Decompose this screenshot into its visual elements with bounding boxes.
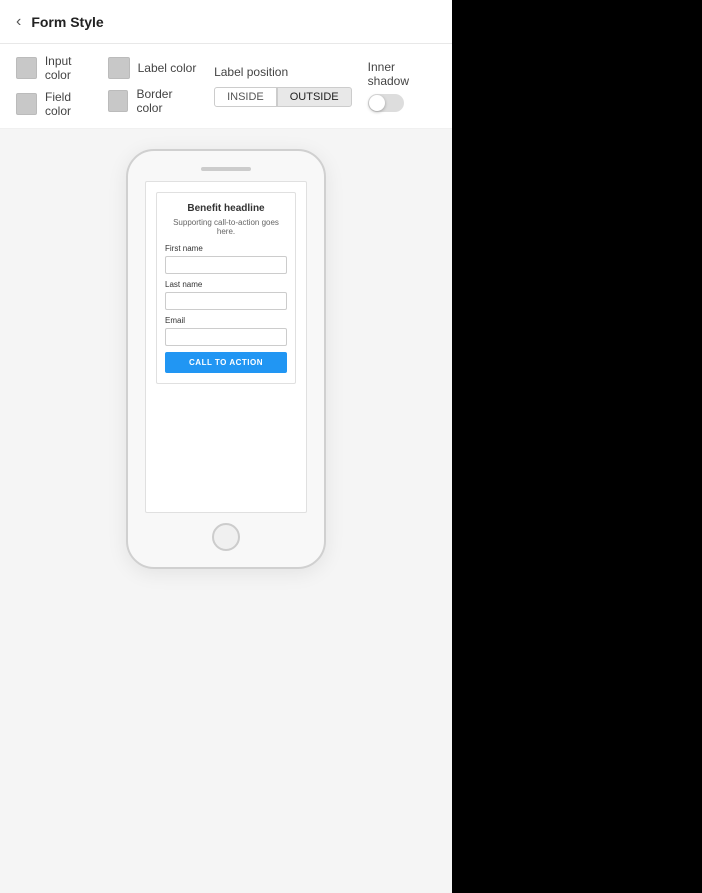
label-color-item: Label color [108,57,198,79]
toggle-thumb [369,95,385,111]
last-name-label: Last name [165,280,287,289]
input-color-label: Input color [45,54,98,82]
field-color-item: Field color [16,90,98,118]
page-title: Form Style [31,14,103,30]
inner-shadow-title: Inner shadow [368,60,436,88]
border-color-item: Border color [108,87,198,115]
phone-home-button [212,523,240,551]
first-name-label: First name [165,244,287,253]
color-row-right: Label color Border color [108,57,198,115]
color-row-left: Input color Field color [16,54,98,118]
email-label: Email [165,316,287,325]
label-position-group: Label position INSIDE OUTSIDE [214,65,352,107]
toolbar: Input color Field color Label color Bord… [0,44,452,129]
preview-area: Benefit headline Supporting call-to-acti… [0,129,452,893]
panel: ‹ Form Style Input color Field color Lab… [0,0,452,893]
cta-button[interactable]: CALL TO ACTION [165,352,287,373]
phone-frame: Benefit headline Supporting call-to-acti… [126,149,326,569]
input-color-item: Input color [16,54,98,82]
benefit-headline: Benefit headline [165,203,287,214]
label-color-swatch[interactable] [108,57,130,79]
back-arrow-icon: ‹ [16,13,21,31]
email-input[interactable] [165,328,287,346]
phone-speaker [201,167,251,171]
back-button[interactable]: ‹ Form Style [16,13,104,31]
border-color-swatch[interactable] [108,90,129,112]
label-position-buttons: INSIDE OUTSIDE [214,87,352,107]
header: ‹ Form Style [0,0,452,44]
outside-button[interactable]: OUTSIDE [277,87,352,107]
last-name-input[interactable] [165,292,287,310]
inside-button[interactable]: INSIDE [214,87,277,107]
label-position-title: Label position [214,65,352,79]
phone-screen: Benefit headline Supporting call-to-acti… [145,181,307,513]
form-card: Benefit headline Supporting call-to-acti… [156,192,296,384]
inner-shadow-group: Inner shadow [368,60,436,112]
input-color-swatch[interactable] [16,57,37,79]
field-color-label: Field color [45,90,98,118]
label-color-label: Label color [138,61,197,75]
first-name-input[interactable] [165,256,287,274]
benefit-subtext: Supporting call-to-action goes here. [165,218,287,236]
inner-shadow-toggle[interactable] [368,94,404,112]
field-color-swatch[interactable] [16,93,37,115]
border-color-label: Border color [136,87,198,115]
